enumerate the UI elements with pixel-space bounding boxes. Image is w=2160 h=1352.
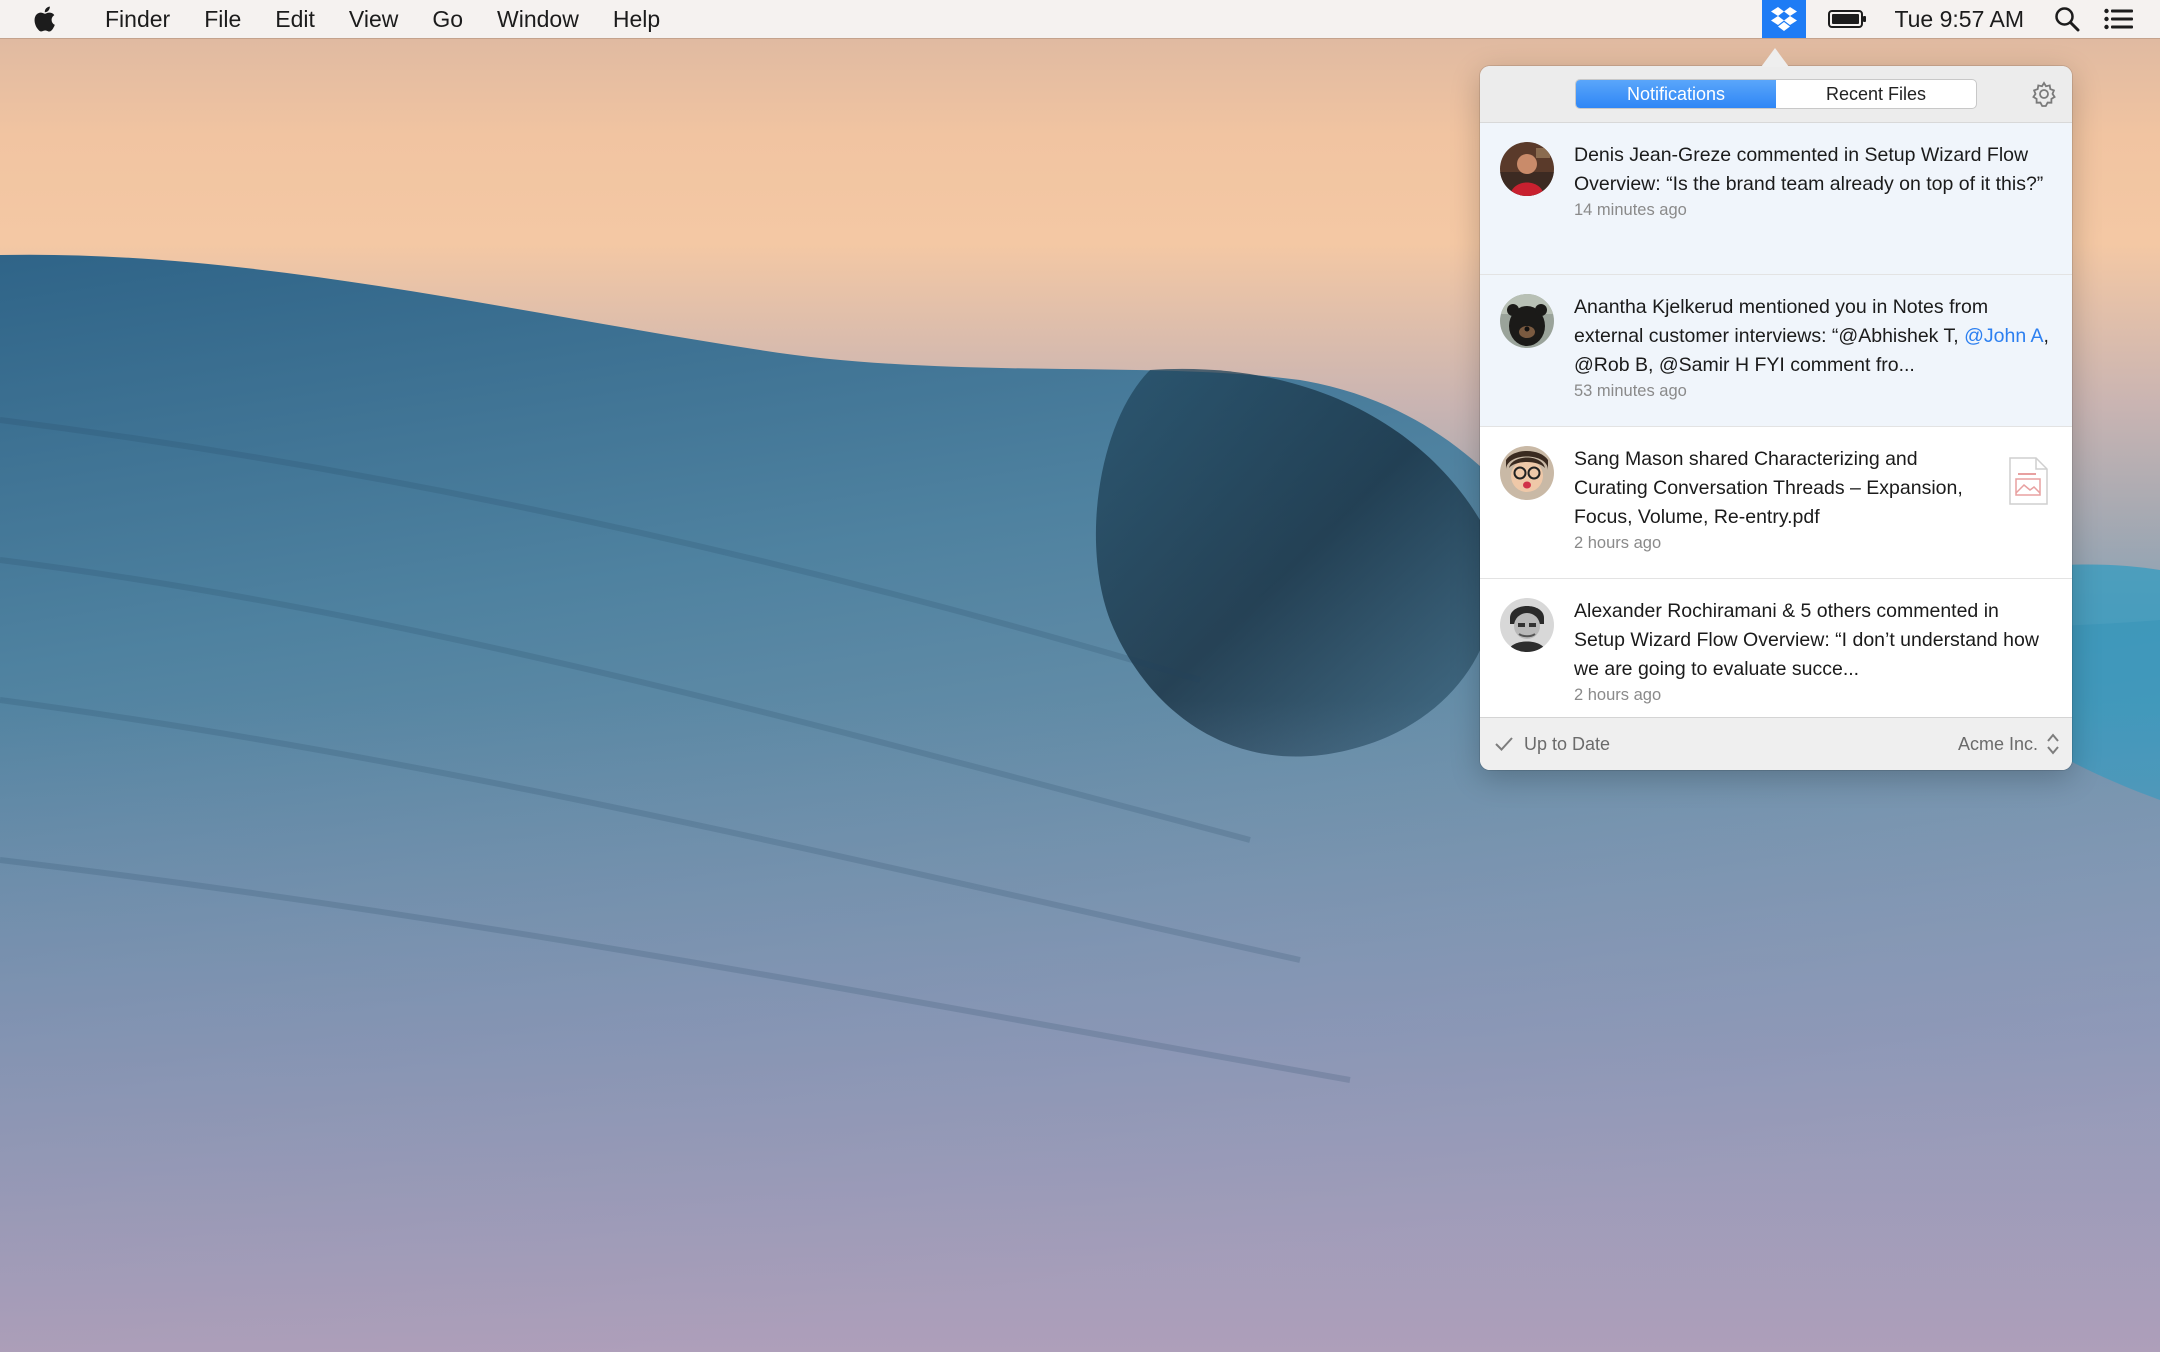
sync-status-label: Up to Date <box>1524 733 1611 754</box>
account-switcher[interactable]: Acme Inc. <box>1958 732 2060 756</box>
avatar <box>1500 446 1554 500</box>
avatar <box>1500 294 1554 348</box>
pdf-file-icon[interactable] <box>2008 457 2048 505</box>
notification-text: Denis Jean-Greze commented in Setup Wiza… <box>1574 144 2044 195</box>
popover-header: Notifications Recent Files <box>1480 66 2072 123</box>
sync-status: Up to Date <box>1480 734 1610 755</box>
chevron-up-down-icon <box>2047 733 2059 755</box>
notification-center-icon[interactable] <box>2092 0 2160 38</box>
notification-text: Sang Mason shared Characterizing and Cur… <box>1574 448 1963 528</box>
spotlight-search-icon[interactable] <box>2042 0 2092 38</box>
tab-recent-files[interactable]: Recent Files <box>1776 80 1976 108</box>
edit-menu[interactable]: Edit <box>258 0 332 38</box>
tab-switcher: Notifications Recent Files <box>1575 79 1977 109</box>
go-menu[interactable]: Go <box>415 0 480 38</box>
menu-bar-clock[interactable]: Tue 9:57 AM <box>1880 0 2042 38</box>
notification-item[interactable]: Anantha Kjelkerud mentioned you in Notes… <box>1480 275 2072 427</box>
help-menu[interactable]: Help <box>596 0 677 38</box>
notification-time: 14 minutes ago <box>1574 201 1687 219</box>
avatar <box>1500 598 1554 652</box>
dropbox-status-icon[interactable] <box>1762 0 1807 38</box>
gear-icon[interactable] <box>2030 80 2058 108</box>
battery-icon[interactable] <box>1806 0 1880 38</box>
view-menu[interactable]: View <box>332 0 415 38</box>
checkmark-icon <box>1495 737 1513 751</box>
notification-item[interactable]: Alexander Rochiramani & 5 others comment… <box>1480 579 2072 723</box>
notification-item[interactable]: Sang Mason shared Characterizing and Cur… <box>1480 427 2072 579</box>
tab-notifications[interactable]: Notifications <box>1576 80 1776 108</box>
menu-bar-left: Finder File Edit View Go Window Help <box>0 0 677 38</box>
finder-menu[interactable]: Finder <box>88 0 187 38</box>
popover-arrow <box>1761 48 1789 67</box>
notification-time: 2 hours ago <box>1574 686 1662 704</box>
notification-time: 2 hours ago <box>1574 534 1662 552</box>
notification-item[interactable]: Denis Jean-Greze commented in Setup Wiza… <box>1480 123 2072 275</box>
popover-footer: Up to Date Acme Inc. <box>1480 717 2072 770</box>
menu-bar: Finder File Edit View Go Window Help Tue… <box>0 0 2160 38</box>
account-name: Acme Inc. <box>1957 733 2038 754</box>
apple-menu-icon[interactable] <box>0 0 88 38</box>
avatar <box>1500 142 1554 196</box>
window-menu[interactable]: Window <box>480 0 596 38</box>
dropbox-popover: Notifications Recent Files Denis Jean-Gr… <box>1480 66 2072 770</box>
notification-text: Alexander Rochiramani & 5 others comment… <box>1574 600 2039 680</box>
notification-list: Denis Jean-Greze commented in Setup Wiza… <box>1480 123 2072 723</box>
notification-text-part: Anantha Kjelkerud mentioned you in Notes… <box>1574 296 1989 347</box>
menu-bar-status-area: Tue 9:57 AM <box>1762 0 2160 38</box>
notification-time: 53 minutes ago <box>1574 382 1687 400</box>
file-menu[interactable]: File <box>187 0 258 38</box>
notification-text: Anantha Kjelkerud mentioned you in Notes… <box>1574 293 2052 380</box>
mention-link[interactable]: @John A <box>1964 325 2043 347</box>
